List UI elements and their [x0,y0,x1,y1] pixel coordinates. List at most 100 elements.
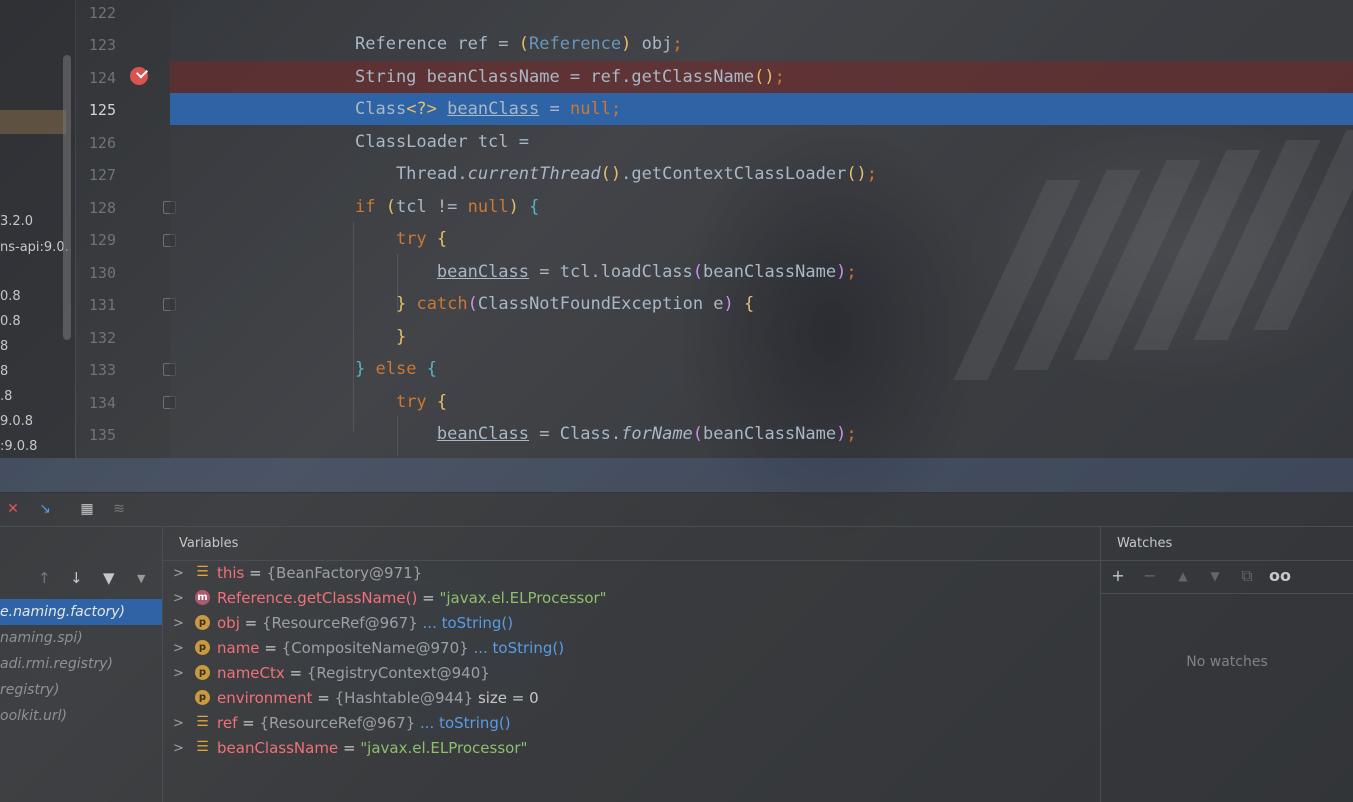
editor-bottom-strip [0,458,1353,493]
chevron-right-icon[interactable]: > [173,711,184,736]
equals-sign: = [284,664,307,682]
restore-layout-icon[interactable]: ✕ [4,500,22,518]
chevron-right-icon[interactable]: > [173,636,184,661]
variable-string-value: "javax.el.ELProcessor" [439,589,607,607]
variable-name: this [217,564,245,582]
editor-gutter[interactable]: 122 123 124 125 126 127 128 129 130 131 … [76,0,170,458]
code-editor[interactable]: Reference ref = (Reference) obj; String … [170,0,1353,458]
parameter-icon: p [195,640,210,655]
field-list-icon: ☰ [196,714,209,730]
to-string-link[interactable]: ... toString() [473,639,564,657]
equals-sign: = [244,564,267,582]
project-tree-item[interactable]: 3.2.0 [0,214,33,229]
parameter-icon: p [195,665,210,680]
variable-value: {BeanFactory@971} [266,564,423,582]
equals-sign: = [338,739,361,757]
line-number: 133 [88,361,116,379]
line-number: 135 [88,426,116,444]
project-tree-item[interactable]: 0.8 [0,289,21,304]
line-number: 124 [88,69,116,87]
code-line: } [395,327,407,347]
variable-value: {RegistryContext@940} [306,664,490,682]
line-number: 127 [88,166,116,184]
to-string-link[interactable]: ... toString() [423,614,514,632]
project-tree-item[interactable]: 8 [0,339,8,354]
watches-toolbar [1101,561,1353,594]
variable-value: {ResourceRef@967} [261,614,418,632]
project-tree-item[interactable]: 0.8 [0,314,21,329]
debug-toolbar [0,492,1353,527]
duplicate-watch-button[interactable]: ⧉ [1237,566,1257,586]
add-watch-button[interactable]: + [1108,566,1128,586]
chevron-right-icon[interactable]: > [173,586,184,611]
parameter-icon: p [195,615,210,630]
code-line: beanClass = Class.forName(beanClassName)… [436,424,857,444]
no-watches-text: No watches [1186,654,1268,670]
method-call-icon: m [195,590,210,605]
code-line: } catch(ClassNotFoundException e) { [395,294,755,314]
code-line: try { [395,229,448,249]
to-string-link[interactable]: ... toString() [420,714,511,732]
step-into-icon[interactable]: ↘ [36,500,54,518]
move-down-button[interactable]: ▼ [1205,566,1225,586]
variable-name: obj [217,614,240,632]
frame-item[interactable]: naming.spi) [0,625,162,651]
project-tree-item[interactable]: .8 [0,389,12,404]
remove-watch-button[interactable]: − [1140,566,1160,586]
code-line-current: Class<?> beanClass = null; [170,93,1353,125]
variable-name: nameCtx [217,664,285,682]
equals-sign: = [259,639,282,657]
settings-table-icon[interactable]: ≋ [110,500,128,518]
variables-panel: Variables > ☰ this = {BeanFactory@971} >… [163,527,1101,802]
frame-item[interactable]: oolkit.url) [0,703,162,729]
watches-title: Watches [1117,536,1173,551]
line-number: 122 [88,4,116,22]
frames-panel: ↑ ↓ ▼ ▼ e.naming.factory) naming.spi) ad… [0,527,163,802]
parameter-icon: p [195,690,210,705]
line-number: 123 [88,36,116,54]
line-number: 129 [88,231,116,249]
variable-value: {Hashtable@944} [334,689,474,707]
down-arrow-icon[interactable]: ↓ [70,569,83,587]
filter-icon[interactable]: ▼ [103,569,115,587]
chevron-right-icon[interactable]: > [173,561,184,586]
field-list-icon: ☰ [196,564,209,580]
variable-name: beanClassName [217,739,339,757]
equals-sign: = [239,614,262,632]
code-line: } else { [355,359,437,379]
project-tree-item[interactable]: :9.0.8 [0,439,37,454]
watches-panel: Watches + − ▲ ▼ ⧉ oo No watches [1101,527,1353,802]
line-number: 130 [88,264,116,282]
line-number: 134 [88,394,116,412]
variable-value: {CompositeName@970} [281,639,469,657]
move-up-button[interactable]: ▲ [1173,566,1193,586]
glasses-icon[interactable]: oo [1269,566,1291,586]
code-line: if (tcl != null) { [355,197,540,217]
variable-string-value: "javax.el.ELProcessor" [360,739,528,757]
field-list-icon: ☰ [196,739,209,755]
breakpoint-icon[interactable] [130,67,148,85]
chevron-right-icon[interactable]: > [173,611,184,636]
variable-name: ref [217,714,238,732]
evaluate-table-icon[interactable]: ▦ [78,500,96,518]
chevron-down-icon[interactable]: ▼ [137,572,145,585]
frame-item[interactable]: e.naming.factory) [0,599,162,625]
variable-name: environment [217,689,313,707]
project-tree-item[interactable]: ns-api:9.0. [0,240,69,255]
up-arrow-icon[interactable]: ↑ [38,569,51,587]
project-tree-item[interactable]: 9.0.8 [0,414,33,429]
code-line: try { [395,392,448,412]
chevron-right-icon[interactable]: > [173,736,184,761]
project-scrollbar[interactable] [63,55,71,340]
frame-item[interactable]: adi.rmi.registry) [0,651,162,677]
equals-sign: = [237,714,260,732]
project-tree-item[interactable]: 8 [0,364,8,379]
chevron-right-icon[interactable]: > [173,661,184,686]
code-line: ClassLoader tcl = [355,132,529,152]
code-line: Thread.currentThread().getContextClassLo… [355,164,878,184]
line-number: 125 [88,101,116,119]
equals-sign: = [417,589,440,607]
size-label: size = 0 [477,689,539,707]
frame-item[interactable]: registry) [0,677,162,703]
project-selected-row [0,110,66,134]
